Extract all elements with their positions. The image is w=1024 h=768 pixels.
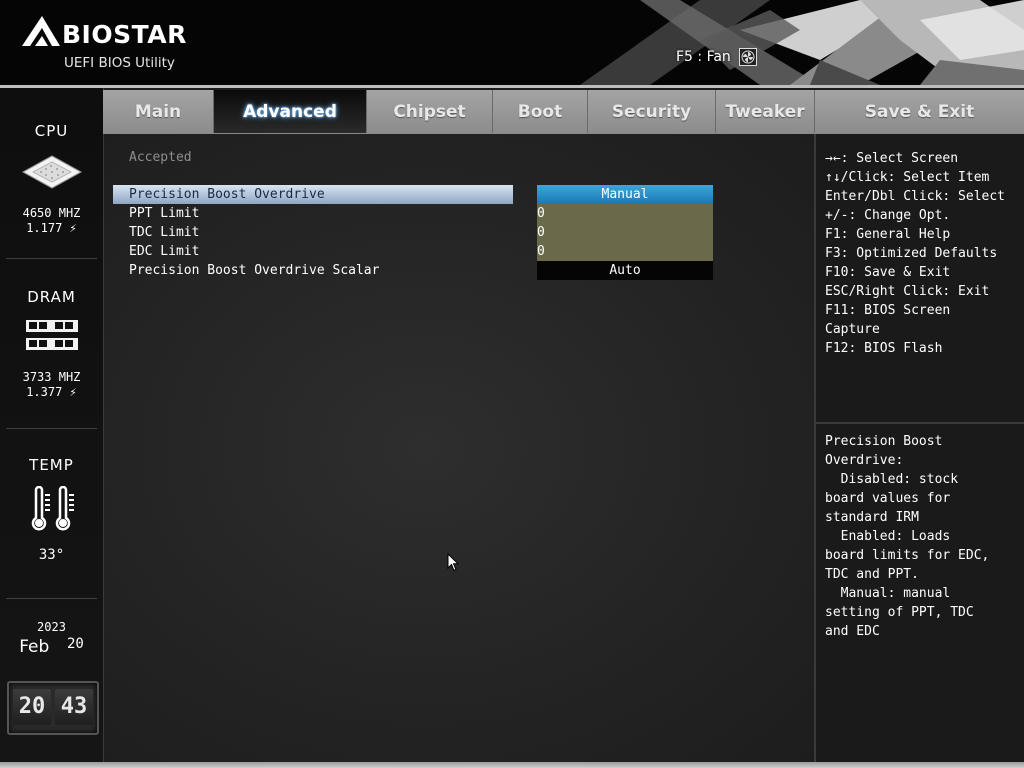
fan-label: F5 : Fan (676, 49, 731, 65)
cpu-section: CPU 4650 MHZ 1.177 ⚡ (0, 122, 103, 236)
bios-subtitle: UEFI BIOS Utility (64, 55, 175, 71)
key-help-item: F1: General Help (825, 227, 951, 242)
setting-row-pbo[interactable]: Precision Boost Overdrive (113, 185, 513, 204)
pbo-scalar-select[interactable]: Auto (537, 261, 713, 280)
key-help-item: F10: Save & Exit (825, 265, 951, 280)
edc-limit-input[interactable]: 0 (537, 242, 713, 261)
tab-advanced[interactable]: Advanced (214, 90, 367, 133)
date-day: 20 (66, 636, 84, 652)
logo-triangle-icon (22, 16, 60, 46)
dram-title: DRAM (27, 288, 76, 306)
brand-name: BIOSTAR (62, 20, 187, 49)
setting-label: PPT Limit (129, 206, 200, 221)
setting-row-edc-limit[interactable]: EDC Limit (113, 242, 513, 261)
pbo-value-select[interactable]: Manual (537, 185, 713, 204)
key-help-item: ↑↓/Click: Select Item (825, 170, 990, 185)
tab-chipset[interactable]: Chipset (367, 90, 493, 133)
cpu-frequency: 4650 MHZ (22, 206, 81, 220)
tab-save-exit[interactable]: Save & Exit (815, 90, 1024, 133)
header-decoration (560, 0, 1024, 85)
settings-panel: Accepted Precision Boost Overdrive Manua… (104, 134, 814, 762)
setting-label: Precision Boost Overdrive (129, 187, 325, 202)
clock-display: 20 43 (7, 681, 99, 735)
key-help-item: +/-: Change Opt. (825, 208, 951, 223)
header-bar: BIOSTAR UEFI BIOS Utility F5 : Fan (0, 0, 1024, 85)
date-section: 2023 Feb 20 (0, 620, 103, 657)
key-help-list: →←: Select Screen ↑↓/Click: Select Item … (825, 149, 1024, 358)
setting-label: EDC Limit (129, 244, 200, 259)
dram-frequency: 3733 MHZ (22, 370, 81, 384)
fan-icon (738, 48, 757, 66)
tdc-limit-input[interactable]: 0 (537, 223, 713, 242)
mouse-cursor-icon (447, 553, 459, 572)
cpu-title: CPU (34, 122, 69, 140)
thermometer-icon (31, 485, 74, 531)
temp-title: TEMP (29, 456, 74, 474)
sidebar-divider (6, 428, 97, 429)
key-help-item: Enter/Dbl Click: Select (825, 189, 1006, 204)
clock-minute: 43 (55, 689, 93, 725)
item-description: Precision Boost Overdrive: Disabled: sto… (825, 434, 990, 639)
key-help-item: F3: Optimized Defaults (825, 246, 998, 261)
cpu-voltage: 1.177 ⚡ (26, 221, 77, 235)
cpu-icon (21, 155, 82, 189)
tab-main[interactable]: Main (103, 90, 214, 133)
key-help-item: Capture (825, 322, 880, 337)
tab-bar: Main Advanced Chipset Boot Security Twea… (103, 90, 1024, 134)
dram-icon (25, 320, 78, 350)
key-help-item: F12: BIOS Flash (825, 341, 943, 356)
bottom-border (0, 762, 1024, 768)
temp-section: TEMP 33° (0, 456, 103, 563)
header-divider (0, 85, 1024, 88)
sidebar-divider (6, 258, 97, 259)
dram-voltage: 1.377 ⚡ (26, 385, 77, 399)
setting-row-pbo-scalar[interactable]: Precision Boost Overdrive Scalar (113, 261, 513, 280)
key-help-item: F11: BIOS Screen (825, 303, 951, 318)
key-help-item: ESC/Right Click: Exit (825, 284, 990, 299)
status-message: Accepted (129, 150, 192, 165)
date-year: 2023 (37, 620, 66, 634)
dram-section: DRAM 3733 MHZ 1.377 ⚡ (0, 288, 103, 400)
setting-row-tdc-limit[interactable]: TDC Limit (113, 223, 513, 242)
system-status-sidebar: CPU 4650 MHZ 1.177 ⚡ DRAM 3733 MHZ 1.377… (0, 88, 104, 762)
temp-value: 33° (38, 547, 65, 563)
tab-security[interactable]: Security (588, 90, 716, 133)
tab-tweaker[interactable]: Tweaker (716, 90, 815, 133)
tab-boot[interactable]: Boot (493, 90, 588, 133)
help-panel: →←: Select Screen ↑↓/Click: Select Item … (814, 134, 1024, 762)
setting-row-ppt-limit[interactable]: PPT Limit (113, 204, 513, 223)
clock-hour: 20 (13, 689, 51, 725)
ppt-limit-input[interactable]: 0 (537, 204, 713, 223)
setting-label: TDC Limit (129, 225, 200, 240)
date-month: Feb (19, 637, 50, 657)
help-divider (816, 422, 1024, 424)
setting-label: Precision Boost Overdrive Scalar (129, 263, 380, 278)
key-help-item: →←: Select Screen (825, 151, 959, 166)
fan-shortcut[interactable]: F5 : Fan (676, 48, 757, 66)
sidebar-divider (6, 598, 97, 599)
